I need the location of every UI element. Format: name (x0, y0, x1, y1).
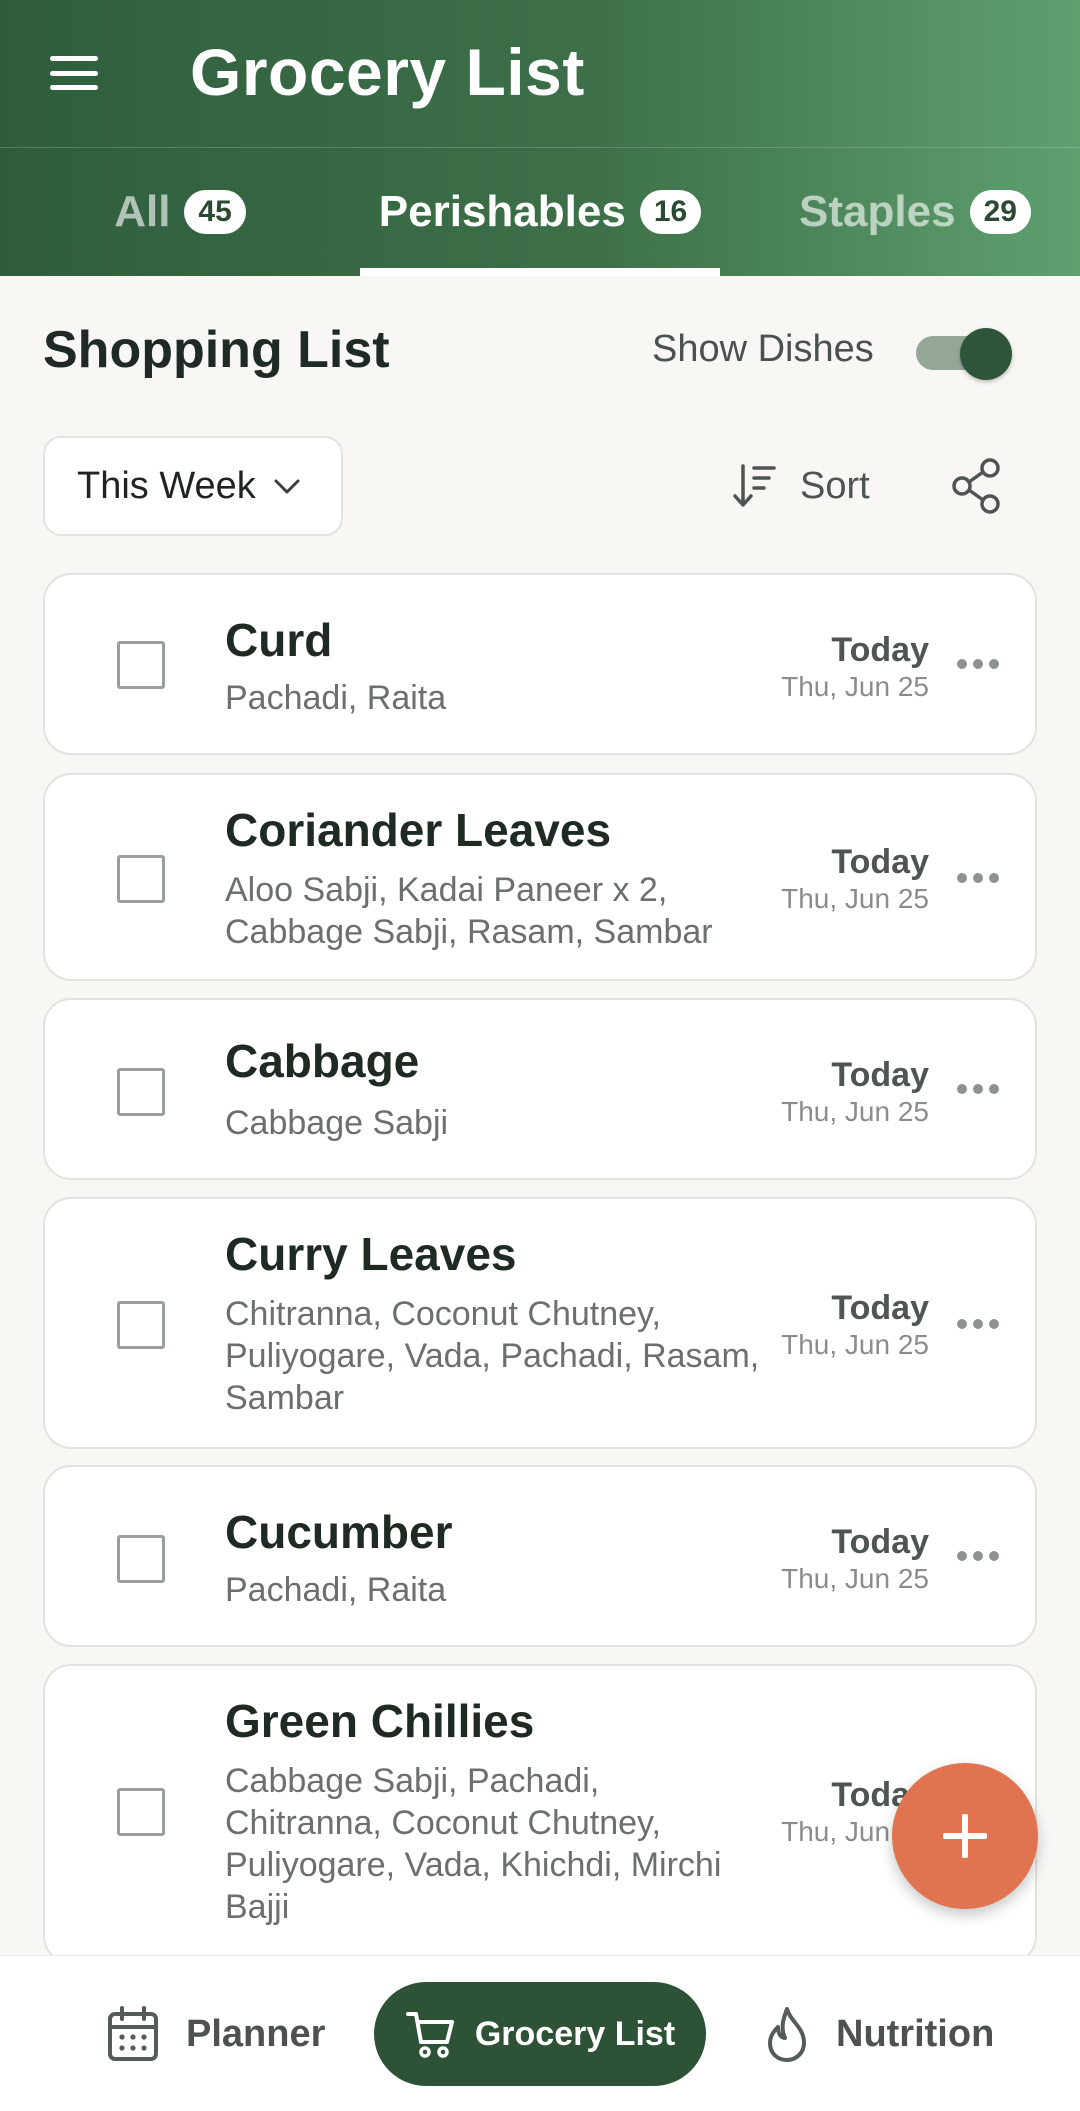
nav-planner-label: Planner (186, 2012, 326, 2055)
chevron-down-icon (274, 479, 300, 494)
tab-label: Perishables (378, 187, 626, 236)
item-checkbox[interactable] (117, 1788, 165, 1836)
item-dishes: Cabbage Sabji (225, 1104, 449, 1142)
tab-perishables[interactable]: Perishables 16 (360, 148, 720, 276)
tab-count-badge: 45 (184, 190, 246, 234)
item-day: Today (831, 1289, 929, 1327)
toggle-thumb (960, 328, 1012, 380)
item-date: Thu, Jun 25 (781, 1096, 929, 1127)
more-options-icon[interactable] (957, 1084, 999, 1094)
item-date: Thu, Jun 25 (781, 1329, 929, 1360)
more-options-icon[interactable] (957, 659, 999, 669)
page-title: Grocery List (190, 35, 585, 109)
item-checkbox[interactable] (117, 855, 165, 903)
more-options-icon[interactable] (957, 873, 999, 883)
show-dishes-toggle[interactable] (916, 328, 1012, 380)
grocery-item-card[interactable]: Cabbage Cabbage Sabji Today Thu, Jun 25 (43, 998, 1037, 1180)
section-title: Shopping List (43, 321, 390, 379)
calendar-icon (108, 2006, 158, 2061)
tab-label: Staples (799, 187, 956, 236)
sort-label: Sort (800, 464, 870, 507)
grocery-item-card[interactable]: Curry Leaves Chitranna, Coconut Chutney,… (43, 1197, 1037, 1449)
more-options-icon[interactable] (957, 1551, 999, 1561)
item-dishes: Chitranna, Coconut Chutney, Puliyogare, … (225, 1295, 760, 1417)
app-bar: Grocery List (0, 0, 1080, 148)
item-day: Today (831, 843, 929, 881)
flame-icon (768, 2007, 806, 2062)
item-checkbox[interactable] (117, 641, 165, 689)
item-day: Today (831, 631, 929, 669)
item-dishes: Pachadi, Raita (225, 1571, 447, 1609)
item-day: Today (831, 1523, 929, 1561)
tab-count-badge: 29 (969, 190, 1031, 234)
item-name: Green Chillies (225, 1695, 535, 1747)
item-date: Thu, Jun 25 (781, 883, 929, 914)
nav-grocery-label: Grocery List (474, 2014, 676, 2053)
item-checkbox[interactable] (117, 1301, 165, 1349)
grocery-item-card[interactable]: Curd Pachadi, Raita Today Thu, Jun 25 (43, 573, 1037, 755)
bottom-navigation: Planner Grocery List Nutrition (0, 1955, 1080, 2111)
nav-nutrition-label: Nutrition (836, 2012, 995, 2055)
show-dishes-label: Show Dishes (652, 328, 874, 370)
tab-staples[interactable]: Staples 29 (750, 148, 1080, 276)
sort-icon (733, 464, 776, 507)
item-name: Cucumber (225, 1506, 453, 1558)
item-dishes: Aloo Sabji, Kadai Paneer x 2, Cabbage Sa… (225, 871, 713, 951)
week-dropdown-value: This Week (77, 464, 256, 507)
item-name: Curry Leaves (225, 1228, 517, 1280)
sort-button[interactable]: Sort (732, 456, 870, 516)
grocery-item-card[interactable]: Coriander Leaves Aloo Sabji, Kadai Panee… (43, 773, 1037, 981)
active-tab-indicator (360, 268, 720, 276)
more-options-icon[interactable] (957, 1319, 999, 1329)
hamburger-menu-icon[interactable] (44, 50, 104, 96)
nav-planner[interactable]: Planner (106, 1982, 325, 2086)
item-dishes: Pachadi, Raita (225, 679, 447, 717)
item-dishes: Cabbage Sabji, Pachadi, Chitranna, Cocon… (225, 1762, 722, 1926)
item-day: Today (831, 1056, 929, 1094)
item-date: Thu, Jun 25 (781, 1563, 929, 1594)
item-checkbox[interactable] (117, 1068, 165, 1116)
share-icon[interactable] (948, 456, 1004, 516)
item-name: Cabbage (225, 1035, 420, 1087)
add-item-button[interactable] (892, 1763, 1038, 1909)
tab-label: All (114, 187, 171, 236)
item-name: Curd (225, 614, 333, 666)
grocery-item-card[interactable]: Cucumber Pachadi, Raita Today Thu, Jun 2… (43, 1465, 1037, 1647)
tab-all[interactable]: All 45 (0, 148, 360, 276)
item-date: Thu, Jun 25 (781, 671, 929, 702)
item-checkbox[interactable] (117, 1535, 165, 1583)
item-name: Coriander Leaves (225, 804, 612, 856)
grocery-item-card[interactable]: Green Chillies Cabbage Sabji, Pachadi, C… (43, 1664, 1037, 1964)
shopping-cart-icon (405, 2012, 454, 2058)
tab-count-badge: 16 (639, 190, 702, 234)
nav-nutrition[interactable]: Nutrition (764, 1982, 994, 2086)
week-dropdown[interactable]: This Week (43, 436, 343, 536)
nav-grocery-list[interactable]: Grocery List (374, 1982, 706, 2086)
category-tabs: All 45 Perishables 16 Staples 29 (0, 148, 1080, 276)
